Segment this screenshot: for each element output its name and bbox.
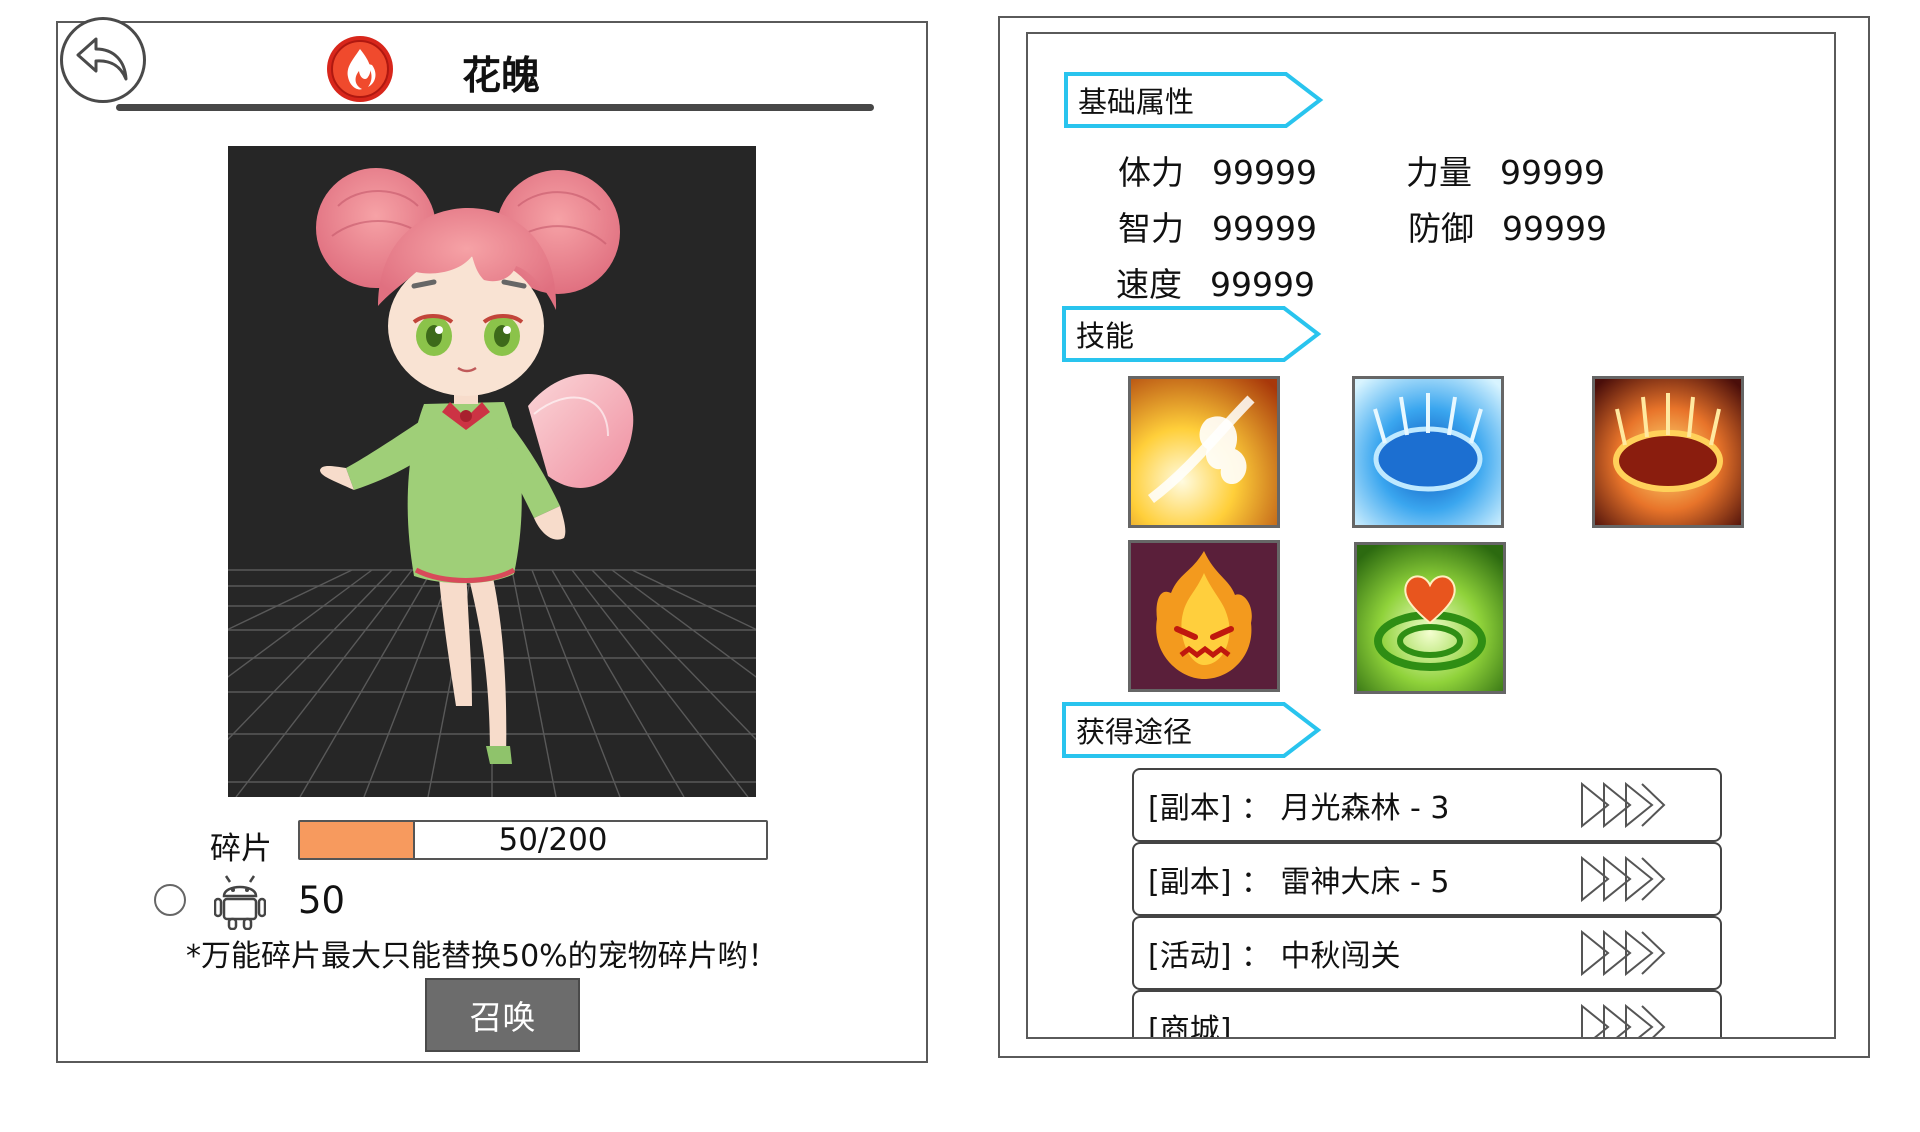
use-universal-fragment-radio[interactable] (154, 884, 186, 916)
go-arrow-icon (1581, 929, 1666, 977)
go-arrow-icon (1581, 781, 1666, 829)
stat-label: 速度 (1116, 265, 1182, 304)
pet-model-viewer[interactable] (228, 146, 756, 797)
universal-fragment-count: 50 (298, 879, 346, 922)
summon-button[interactable]: 召唤 (425, 978, 580, 1052)
section-title: 获得途径 (1076, 715, 1193, 749)
wind-slash-skill-icon[interactable] (1128, 376, 1280, 528)
title-divider (116, 104, 874, 111)
stat-value: 99999 (1212, 153, 1317, 192)
water-crater-skill-icon[interactable] (1352, 376, 1504, 528)
pet-info-scroll-area[interactable]: 基础属性 体力 99999 力量 99999 智力 99999 防御 99999 速度 9… (1026, 32, 1836, 1039)
android-icon (214, 875, 266, 930)
go-arrow-icon (1581, 855, 1666, 903)
source-row[interactable]: [副本] ： 雷神大床 - 5 (1132, 842, 1722, 916)
heart-heal-skill-icon[interactable] (1354, 542, 1506, 694)
section-header-skills: 技能 (1062, 306, 1322, 362)
fire-crater-skill-icon[interactable] (1592, 376, 1744, 528)
stat-label: 体力 (1118, 153, 1184, 192)
source-text: [活动] ： 中秋闯关 (1148, 939, 1401, 974)
stat-label: 防御 (1408, 209, 1474, 248)
source-row[interactable]: [商城] (1132, 990, 1722, 1039)
source-row[interactable]: [副本] ： 月光森林 - 3 (1132, 768, 1722, 842)
back-arrow-icon (76, 37, 128, 81)
go-arrow-icon (1581, 1003, 1666, 1037)
stat-intellect: 智力 99999 (1118, 202, 1317, 250)
pet-detail-panel: 花魄 碎片 50/200 50 *万能碎片最大只能替换50%的宠物碎片哟！ 召唤 (56, 17, 928, 1063)
section-header-base-stats: 基础属性 (1064, 72, 1324, 128)
source-text: [商城] (1148, 1013, 1232, 1039)
universal-fragment-note: *万能碎片最大只能替换50%的宠物碎片哟！ (186, 939, 778, 974)
fragment-progress-text: 50/200 (498, 822, 608, 858)
fire-element-icon (327, 36, 393, 102)
section-title: 基础属性 (1078, 85, 1195, 119)
back-button[interactable] (60, 17, 146, 103)
stat-label: 智力 (1118, 209, 1184, 248)
source-text: [副本] ： 月光森林 - 3 (1148, 791, 1450, 826)
stat-strength: 力量 99999 (1406, 146, 1605, 194)
source-row[interactable]: [活动] ： 中秋闯关 (1132, 916, 1722, 990)
stat-value: 99999 (1502, 209, 1607, 248)
source-text: [副本] ： 雷神大床 - 5 (1148, 865, 1450, 900)
stat-value: 99999 (1210, 265, 1315, 304)
pet-model-illustration (228, 146, 756, 797)
stat-speed: 速度 99999 (1116, 258, 1315, 306)
stat-defense: 防御 99999 (1408, 202, 1607, 250)
angry-flame-skill-icon[interactable] (1128, 540, 1280, 692)
section-header-sources: 获得途径 (1062, 702, 1322, 758)
stat-value: 99999 (1500, 153, 1605, 192)
fragment-progress-bar: 50/200 (298, 820, 768, 860)
stat-label: 力量 (1406, 153, 1472, 192)
stat-value: 99999 (1212, 209, 1317, 248)
pet-name-title: 花魄 (462, 54, 541, 99)
stat-stamina: 体力 99999 (1118, 146, 1317, 194)
pet-info-panel: 基础属性 体力 99999 力量 99999 智力 99999 防御 99999 速度 9… (998, 16, 1870, 1058)
fragment-label: 碎片 (210, 831, 272, 867)
section-title: 技能 (1076, 319, 1135, 353)
